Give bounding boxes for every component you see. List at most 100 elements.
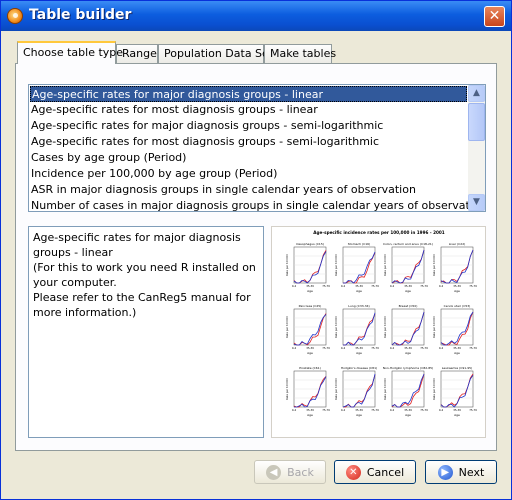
panel-title: Liver (C22) [449, 242, 466, 246]
panel-xtick: 35-39 [355, 408, 363, 412]
panel-ylabel: Rate per 100000 [334, 378, 338, 400]
scroll-up-button[interactable]: ▲ [468, 85, 485, 102]
close-button[interactable]: ✕ [484, 6, 505, 27]
panel-xtick: 35-39 [453, 284, 461, 288]
panel-title: Oesophagus (C15) [296, 242, 324, 246]
panel-ylabel: Rate per 100000 [432, 378, 436, 400]
panel-title: Lung (C33-34) [348, 304, 369, 308]
tab-label: Choose table type [23, 46, 124, 59]
panel-xtick: 75-79 [371, 346, 379, 350]
panel-ylabel: Rate per 100000 [383, 316, 387, 338]
panel-xtick: 75-79 [322, 408, 330, 412]
description-box: Age-specific rates for major diagnosis g… [28, 226, 264, 438]
list-item[interactable]: ASR in major diagnosis groups in single … [30, 182, 468, 198]
panel-xlabel: Age [454, 289, 460, 293]
scroll-thumb[interactable] [468, 103, 485, 141]
panel-xtick: 0-4 [341, 284, 346, 288]
panel-xtick: 35-39 [404, 346, 412, 350]
list-item[interactable]: Age-specific rates for major diagnosis g… [30, 86, 467, 102]
panel-xtick: 35-39 [453, 346, 461, 350]
scroll-down-button[interactable]: ▼ [468, 194, 485, 211]
cancel-label: Cancel [366, 465, 405, 479]
panel-xtick: 0-4 [439, 284, 444, 288]
canreg-app-icon [7, 8, 23, 24]
preview-chart-grid: Age-specific incidence rates per 100,000… [285, 230, 477, 417]
tab-choose-table-type[interactable]: Choose table type [17, 41, 123, 64]
panel-xtick: 75-79 [322, 346, 330, 350]
cancel-button[interactable]: ✕ Cancel [334, 460, 416, 484]
panel-xtick: 0-4 [292, 284, 297, 288]
list-item[interactable]: Age-specific rates for most diagnosis gr… [30, 102, 468, 118]
table-type-list[interactable]: Age-specific rates for major diagnosis g… [28, 84, 486, 212]
panel-xtick: 35-39 [306, 284, 314, 288]
panel-title: Non-Hodgkin lymphoma (C82-85) [383, 366, 433, 370]
arrow-up-icon: ▲ [473, 88, 480, 98]
panel-ylabel: Rate per 100000 [432, 316, 436, 338]
panel-xtick: 35-39 [453, 408, 461, 412]
panel-xlabel: Age [356, 289, 362, 293]
panel-title: Breast (C50) [399, 304, 418, 308]
panel-xtick: 35-39 [306, 408, 314, 412]
panel-ylabel: Rate per 100000 [432, 254, 436, 276]
panel-xtick: 0-4 [439, 346, 444, 350]
panel-xtick: 0-4 [292, 346, 297, 350]
panel-xtick: 0-4 [390, 284, 395, 288]
panel-xtick: 75-79 [420, 346, 428, 350]
description-line: Age-specific rates for major diagnosis g… [33, 231, 241, 259]
tab-label: Make tables [270, 47, 337, 60]
title-bar[interactable]: Table builder ✕ [1, 1, 511, 31]
panel-xlabel: Age [307, 413, 313, 417]
panel-xlabel: Age [454, 413, 460, 417]
panel-ylabel: Rate per 100000 [285, 378, 289, 400]
back-label: Back [287, 465, 314, 479]
panel-ylabel: Rate per 100000 [383, 378, 387, 400]
next-label: Next [458, 465, 485, 479]
panel-xtick: 0-4 [341, 346, 346, 350]
panel-xlabel: Age [454, 351, 460, 355]
panel-title: Colon, rectum and anus (C18-21) [383, 242, 433, 246]
panel-xtick: 35-39 [355, 346, 363, 350]
panel-title: Hodgkin's disease (C81) [341, 366, 377, 370]
list-item[interactable]: Age-specific rates for major diagnosis g… [30, 118, 468, 134]
panel-xtick: 75-79 [420, 284, 428, 288]
panel-ylabel: Rate per 100000 [285, 254, 289, 276]
panel-xtick: 0-4 [439, 408, 444, 412]
arrow-down-icon: ▼ [473, 197, 480, 207]
panel-title: Leukaemia (C91-95) [442, 366, 472, 370]
panel-xlabel: Age [307, 289, 313, 293]
next-arrow-icon: ▶ [437, 464, 453, 480]
panel-xtick: 75-79 [371, 408, 379, 412]
back-arrow-icon: ◀ [266, 464, 282, 480]
description-line: (For this to work you need R installed o… [33, 261, 256, 289]
next-button[interactable]: ▶ Next [425, 460, 497, 484]
panel-xtick: 75-79 [469, 408, 477, 412]
preview-image: Age-specific incidence rates per 100,000… [271, 226, 486, 438]
tab-population-data-set[interactable]: Population Data Set [158, 44, 273, 63]
list-item[interactable]: Number of cases in major diagnosis group… [30, 198, 485, 211]
tab-label: Range [122, 47, 157, 60]
back-button[interactable]: ◀ Back [254, 460, 326, 484]
panel-xtick: 0-4 [390, 346, 395, 350]
close-icon: ✕ [488, 8, 501, 24]
panel-title: Prostate (C61) [299, 366, 321, 370]
panel-ylabel: Rate per 100000 [285, 316, 289, 338]
panel-xtick: 35-39 [306, 346, 314, 350]
panel-ylabel: Rate per 100000 [334, 316, 338, 338]
tab-label: Population Data Set [164, 47, 274, 60]
panel-xlabel: Age [405, 289, 411, 293]
tab-make-tables[interactable]: Make tables [264, 44, 336, 63]
panel-title: Pancreas (C25) [299, 304, 322, 308]
list-item[interactable]: Cases by age group (Period) [30, 150, 468, 166]
list-scrollbar[interactable]: ▲ ▼ [468, 85, 485, 211]
list-item[interactable]: Incidence per 100,000 by age group (Peri… [30, 166, 468, 182]
panel-title: Cervix uteri (C53) [444, 304, 471, 308]
panel-xlabel: Age [356, 413, 362, 417]
list-item[interactable]: Age-specific rates for most diagnosis gr… [30, 134, 468, 150]
panel-xlabel: Age [405, 351, 411, 355]
panel-xtick: 35-39 [404, 408, 412, 412]
panel-xtick: 0-4 [341, 408, 346, 412]
panel-xtick: 0-4 [390, 408, 395, 412]
panel-xlabel: Age [405, 413, 411, 417]
panel-xtick: 75-79 [371, 284, 379, 288]
panel-xtick: 75-79 [420, 408, 428, 412]
